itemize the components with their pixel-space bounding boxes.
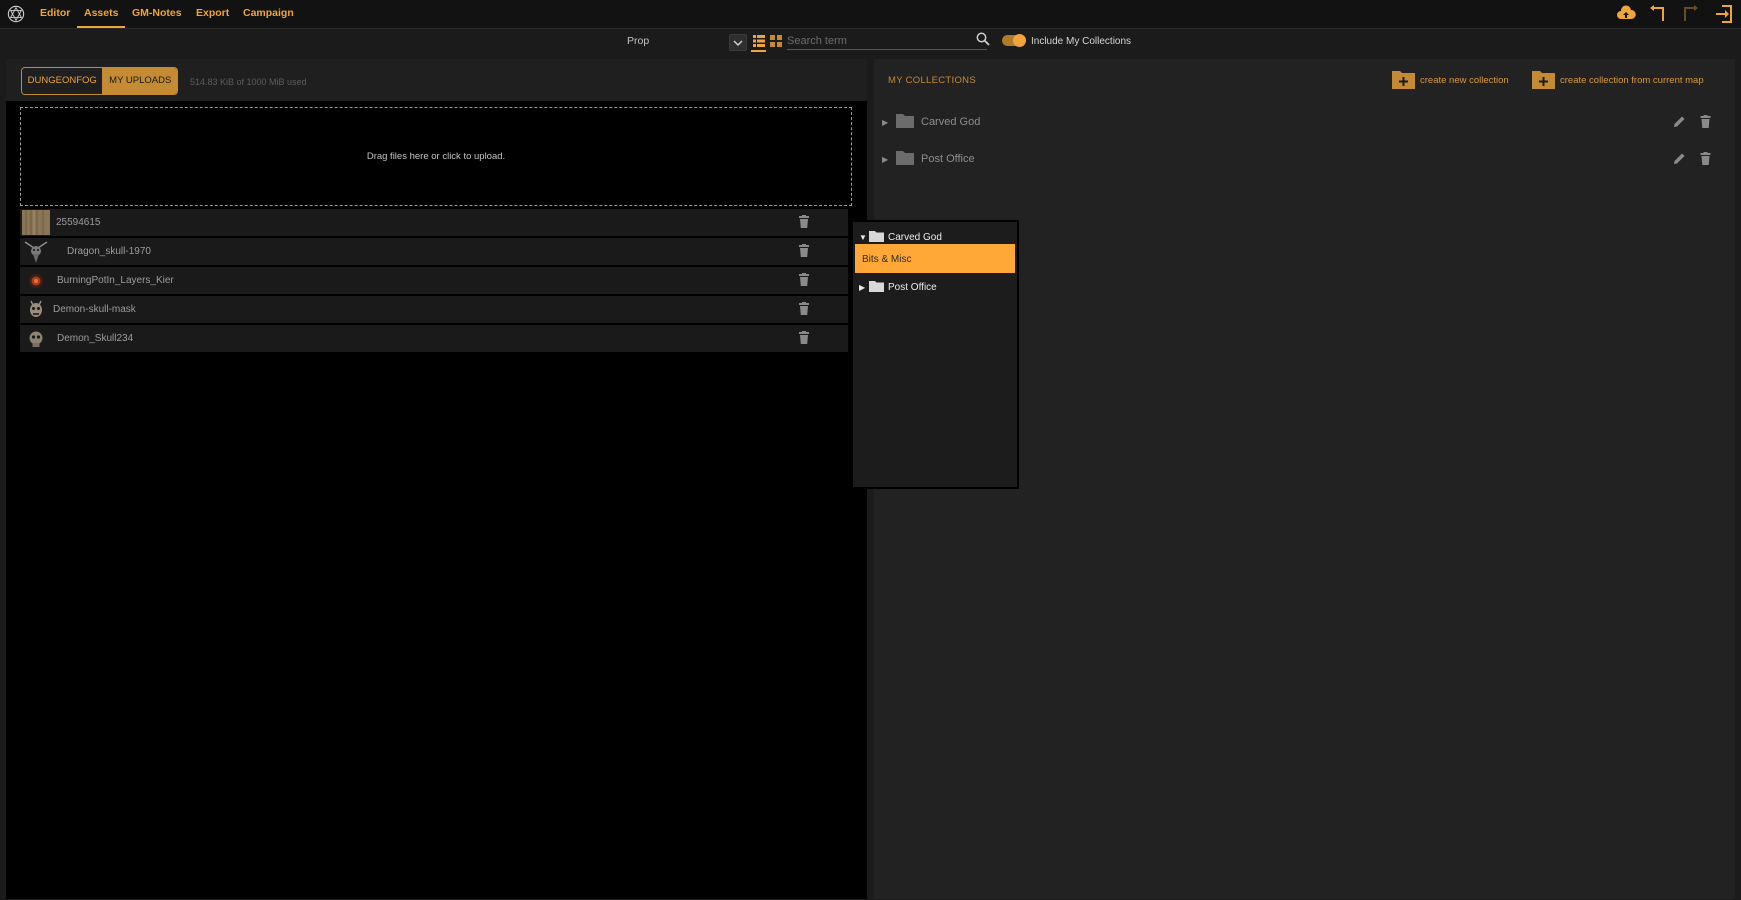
popup-subcollection-selected[interactable]: Bits & Misc (855, 244, 1015, 273)
collection-picker-popup: ▼ Carved God Bits & Misc ▶ Post Office (851, 220, 1019, 489)
uploads-panel: DUNGEONFOG MY UPLOADS 514.83 KiB of 1000… (6, 59, 867, 899)
expand-arrow-icon[interactable]: ▶ (859, 283, 865, 292)
pencil-icon[interactable] (1673, 115, 1686, 128)
collection-name: Carved God (921, 116, 981, 128)
expand-arrow-icon[interactable]: ▶ (882, 155, 888, 164)
popup-collection-name: Carved God (888, 232, 942, 243)
include-collections-label: Include My Collections (1031, 36, 1132, 47)
exit-icon[interactable] (1714, 4, 1734, 24)
folder-plus-icon (1532, 71, 1555, 89)
create-collection-from-map-button[interactable]: create collection from current map (1532, 69, 1727, 91)
file-name: Dragon_skull-1970 (67, 246, 151, 257)
folder-icon (869, 281, 884, 292)
popup-subcollection-name: Bits & Misc (862, 254, 912, 265)
nav-campaign[interactable]: Campaign (243, 0, 294, 28)
list-item[interactable]: Demon_Skull234 (20, 325, 848, 352)
toggle-knob (1013, 34, 1026, 47)
dragon-skull-thumbnail (24, 241, 48, 263)
folder-plus-icon (1392, 71, 1415, 89)
create-new-collection-label: create new collection (1420, 75, 1509, 86)
create-new-collection-button[interactable]: create new collection (1392, 69, 1522, 91)
trash-icon[interactable] (799, 215, 809, 228)
redo-icon[interactable] (1680, 4, 1700, 24)
grid-view-icon[interactable] (770, 35, 782, 47)
popup-collection-name: Post Office (888, 282, 937, 293)
folder-icon (896, 114, 914, 128)
expand-arrow-icon[interactable]: ▶ (882, 118, 888, 127)
undo-icon[interactable] (1648, 4, 1668, 24)
pencil-icon[interactable] (1673, 152, 1686, 165)
active-view-indicator (751, 50, 766, 52)
asset-type-select[interactable]: Prop (627, 35, 649, 47)
trash-icon[interactable] (1700, 152, 1711, 165)
storage-usage: 514.83 KiB of 1000 MiB used (190, 77, 307, 87)
asset-type-dropdown[interactable] (729, 34, 747, 51)
list-item[interactable]: Demon-skull-mask (20, 296, 848, 323)
nav-gm-notes[interactable]: GM-Notes (132, 0, 182, 28)
uploaded-file-list: 25594615 Dragon_skull-1970 BurningPotIn_… (20, 209, 848, 354)
file-name: Demon_Skull234 (57, 333, 134, 344)
trash-icon[interactable] (799, 302, 809, 315)
nav-assets[interactable]: Assets (76, 0, 127, 28)
create-collection-from-map-label: create collection from current map (1560, 75, 1704, 86)
nav-export[interactable]: Export (196, 0, 229, 28)
logo-icon[interactable] (7, 5, 25, 23)
popup-collection-post-office[interactable]: ▶ Post Office (855, 278, 1015, 294)
list-item[interactable]: Dragon_skull-1970 (20, 238, 848, 265)
collection-item[interactable]: ▶ Carved God (882, 112, 1722, 134)
file-name: 25594615 (56, 217, 101, 228)
collection-name: Post Office (921, 153, 975, 165)
folder-icon (896, 151, 914, 165)
search-icon[interactable] (976, 32, 990, 46)
collections-title: MY COLLECTIONS (888, 75, 976, 86)
nav-editor[interactable]: Editor (40, 0, 70, 28)
folder-icon (869, 231, 884, 242)
filter-bar: Prop Include My Collections (0, 29, 1741, 54)
list-view-icon[interactable] (753, 35, 765, 47)
source-tabs: DUNGEONFOG MY UPLOADS (21, 67, 178, 95)
chevron-down-icon (733, 40, 743, 47)
collection-item[interactable]: ▶ Post Office (882, 149, 1722, 171)
upload-dropzone[interactable]: Drag files here or click to upload. (20, 107, 852, 206)
tab-my-uploads[interactable]: MY UPLOADS (102, 68, 177, 94)
file-name: Demon-skull-mask (53, 304, 136, 315)
popup-collection-carved-god[interactable]: ▼ Carved God (855, 228, 1015, 244)
top-bar: Editor Assets GM-Notes Export Campaign (0, 0, 1741, 29)
trash-icon[interactable] (1700, 115, 1711, 128)
search-input[interactable] (787, 33, 987, 50)
uploads-header: DUNGEONFOG MY UPLOADS 514.83 KiB of 1000… (6, 59, 867, 101)
collapse-arrow-icon[interactable]: ▼ (859, 233, 867, 242)
list-item[interactable]: BurningPotIn_Layers_Kier (20, 267, 848, 294)
demon-skull-thumbnail (29, 331, 43, 347)
list-item[interactable]: 25594615 (20, 209, 848, 236)
trash-icon[interactable] (799, 273, 809, 286)
cloud-upload-icon[interactable] (1616, 4, 1636, 24)
trash-icon[interactable] (799, 244, 809, 257)
wood-texture-thumbnail (22, 210, 50, 235)
trash-icon[interactable] (799, 331, 809, 344)
burning-pot-thumbnail (29, 274, 43, 288)
include-collections-toggle[interactable] (1002, 34, 1026, 47)
tab-dungeonfog[interactable]: DUNGEONFOG (22, 68, 103, 94)
demon-mask-thumbnail (30, 300, 42, 317)
upload-prompt: Drag files here or click to upload. (366, 151, 506, 162)
file-name: BurningPotIn_Layers_Kier (57, 275, 174, 286)
